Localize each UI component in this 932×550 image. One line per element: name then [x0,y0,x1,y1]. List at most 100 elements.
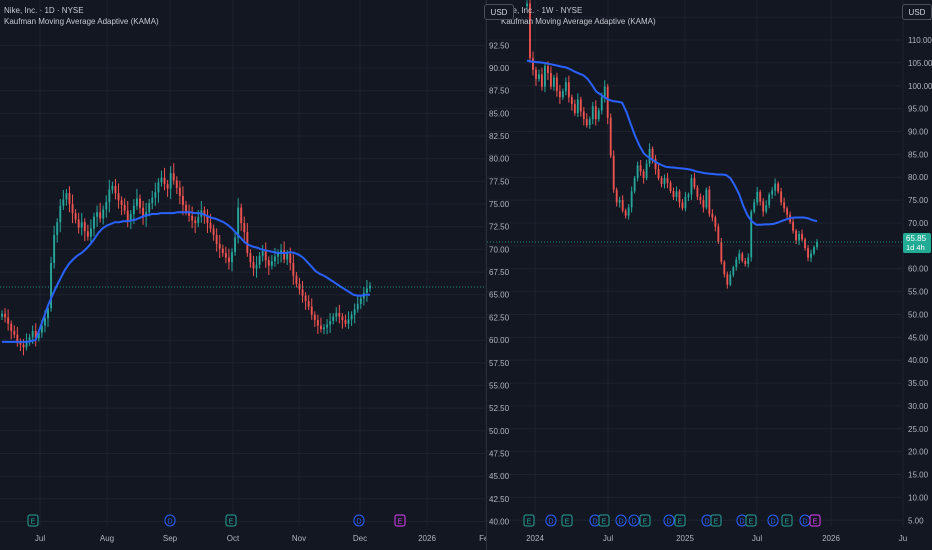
candle-body [777,183,780,192]
candle-body [307,301,310,307]
candle-body [163,177,166,185]
candle-body [547,66,549,73]
y-tick-label: 10.00 [908,493,929,502]
candle-body [582,111,585,120]
candle-body [283,250,286,260]
daily-y-axis-label: 82.50 [489,132,510,141]
candle-body [687,194,690,197]
candle-body [341,316,344,321]
candle-body [609,117,612,156]
candle-body [567,82,570,98]
weekly-symbol-line[interactable]: Nike, Inc. · 1W · NYSE [501,5,656,16]
daily-symbol-line[interactable]: Nike, Inc. · 1D · NYSE [4,5,159,16]
candle-body [126,210,129,222]
y-tick-label: 60.00 [908,265,929,274]
candle-body [301,289,304,296]
candle-body [762,201,765,212]
candle-body [549,72,552,87]
candle-body [696,187,699,197]
candle-body [714,217,717,227]
daily-y-axis-label: 62.50 [489,313,510,322]
y-tick-label: 105.00 [908,59,932,68]
candle-body [252,262,255,269]
candle-body [209,223,212,229]
candle-body [117,193,120,201]
candle-body [16,334,19,342]
candle-body [624,210,627,216]
candle-body [335,312,338,317]
candle-body [816,241,818,248]
x-tick-label: Jul [35,534,45,543]
weekly-chart-pane[interactable]: 5.00 10.00 15.00 20.00 25.00 30.00 35.00 40.00 4… [484,0,932,550]
candle-body [148,203,151,213]
candle-body [286,253,289,260]
candle-body [329,321,332,325]
candle-body [102,209,105,219]
candle-body [212,228,215,235]
candle-body [535,69,537,79]
x-tick-label: 2026 [822,534,840,543]
candle-body [771,190,774,195]
candle-body [618,200,621,203]
candle-body [705,189,708,208]
candle-body [795,230,797,241]
x-tick-label: Aug [100,534,114,543]
candle-body [675,191,678,197]
weekly-indicator-name[interactable]: Kaufman Moving Average Adaptive (KAMA) [501,16,656,27]
daily-currency-button[interactable]: USD [484,4,514,20]
candle-body [350,314,353,320]
daily-indicator-name[interactable]: Kaufman Moving Average Adaptive (KAMA) [4,16,159,27]
candle-body [43,318,46,326]
weekly-currency-button[interactable]: USD [902,4,932,20]
candle-body [753,202,756,212]
y-tick-label: 75.00 [908,196,929,205]
candle-body [672,190,675,197]
candle-body [651,148,654,159]
candle-body [615,189,618,203]
y-tick-label: 50.00 [908,310,929,319]
event-marker-label: E [31,519,36,526]
x-tick-label: 2026 [418,534,436,543]
candle-body [215,234,218,244]
event-marker-label: D [356,519,361,526]
weekly-chart-svg[interactable]: 5.00 10.00 15.00 20.00 25.00 30.00 35.00 40.00 4… [487,0,932,550]
candle-body [630,191,633,208]
candle-body [660,178,663,185]
daily-y-axis-label: 55.00 [489,381,510,390]
candle-body [813,247,815,254]
candle-body [227,257,230,263]
candle-body [642,171,645,179]
candle-body [289,253,292,263]
candle-body [157,182,160,193]
daily-y-axis-label: 77.50 [489,177,510,186]
daily-chart-pane[interactable]: 40.0042.5045.0047.5050.0052.5055.0057.50… [0,0,486,550]
event-marker-label: E [527,519,532,526]
candle-body [353,309,356,315]
candle-body [759,191,762,202]
candle-body [191,215,194,221]
daily-chart-svg[interactable]: 40.0042.5045.0047.5050.0052.5055.0057.50… [0,0,486,550]
y-tick-label: 90.00 [908,128,929,137]
candle-body [600,97,603,111]
candle-body [270,261,273,266]
candle-body [175,180,178,188]
candle-body [801,233,803,240]
candle-body [31,331,34,338]
daily-y-axis-label: 92.50 [489,41,510,50]
candle-body [765,205,768,212]
y-tick-label: 15.00 [908,471,929,480]
candle-body [720,242,723,262]
candle-body [810,253,812,258]
candle-body [93,216,95,229]
candle-body [68,193,71,205]
candle-body [218,243,221,249]
x-tick-label: Oct [227,534,240,543]
last-price-value: 65.85 [906,234,927,243]
candle-body [264,251,267,261]
candle-body [4,313,7,318]
y-tick-label: 40.00 [908,356,929,365]
y-tick-label: 30.00 [908,402,929,411]
event-marker-label: D [631,519,636,526]
candle-body [151,197,154,204]
candle-body [555,77,558,92]
